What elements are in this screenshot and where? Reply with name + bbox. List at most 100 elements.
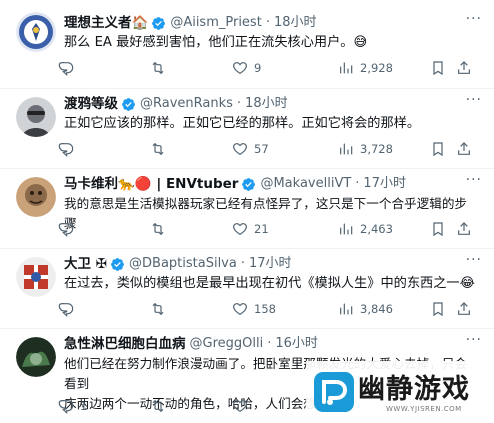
- timestamp[interactable]: 18小时: [274, 13, 317, 33]
- bookmark-icon: [433, 302, 443, 317]
- display-name[interactable]: 理想主义者🏠: [64, 13, 148, 33]
- views-icon: [340, 143, 353, 155]
- tweet-header: 渡鸦等级 @RavenRanks · 18小时: [64, 94, 482, 114]
- bookmark-icon: [433, 61, 443, 76]
- watermark-logo-icon: [314, 372, 354, 412]
- share-icon: [458, 302, 470, 315]
- handle[interactable]: @DBaptistaSilva: [129, 254, 237, 274]
- tweet-text: 正如它应该的那样。正如它已经的那样。正如它将会的那样。: [64, 116, 421, 131]
- tweet-text: 那么 EA 最好感到害怕，他们正在流失核心用户。😅: [64, 35, 368, 50]
- more-icon[interactable]: ···: [466, 173, 482, 187]
- like-count: 9: [254, 61, 262, 75]
- handle[interactable]: @GreggOlli: [190, 334, 264, 354]
- tweet-actions: 21 2,463: [58, 219, 478, 239]
- reply-button[interactable]: [58, 301, 80, 317]
- like-count: 21: [254, 222, 269, 236]
- watermark: 幽静游戏 WWW.YJISREN.COM: [306, 361, 494, 423]
- heart-icon: [233, 400, 247, 413]
- view-count: 2,463: [360, 222, 393, 236]
- share-button[interactable]: [456, 60, 472, 76]
- handle[interactable]: @MakavelliVT: [260, 174, 351, 194]
- heart-icon: [233, 223, 247, 236]
- avatar[interactable]: [16, 337, 56, 377]
- display-name[interactable]: 急性淋巴细胞白血病: [64, 334, 186, 354]
- share-button[interactable]: [456, 301, 472, 317]
- more-icon[interactable]: ···: [466, 253, 482, 267]
- views-button[interactable]: 3,846: [338, 301, 393, 317]
- heart-icon: [233, 143, 247, 156]
- bookmark-button[interactable]: [430, 60, 446, 76]
- display-name[interactable]: 大卫 ✠: [64, 254, 107, 274]
- views-button[interactable]: 2,463: [338, 221, 393, 237]
- separator-dot: ·: [236, 96, 242, 111]
- retweet-button[interactable]: [150, 398, 172, 414]
- reply-button[interactable]: [58, 60, 80, 76]
- share-button[interactable]: [456, 221, 472, 237]
- like-button[interactable]: 21: [232, 221, 269, 237]
- avatar[interactable]: [16, 97, 56, 137]
- reply-icon: [58, 62, 74, 76]
- timestamp[interactable]: 17小时: [363, 174, 406, 194]
- tweet-feed: 理想主义者🏠 @Aiism_Priest · 18小时 ··· 那么 EA 最好…: [0, 0, 494, 423]
- views-icon: [340, 62, 353, 74]
- bookmark-button[interactable]: [430, 301, 446, 317]
- handle[interactable]: @RavenRanks: [140, 94, 233, 114]
- tweet-actions: 57 3,728: [58, 139, 478, 159]
- bookmark-button[interactable]: [430, 221, 446, 237]
- share-icon: [458, 142, 470, 155]
- handle[interactable]: @Aiism_Priest: [170, 13, 262, 33]
- view-count: 3,728: [360, 142, 393, 156]
- bookmark-icon: [433, 222, 443, 237]
- timestamp[interactable]: 16小时: [275, 334, 318, 354]
- retweet-button[interactable]: [150, 141, 172, 157]
- more-icon[interactable]: ···: [466, 12, 482, 26]
- separator-dot: ·: [240, 256, 245, 271]
- verified-badge-icon: [121, 97, 136, 112]
- retweet-button[interactable]: [150, 60, 172, 76]
- tweet[interactable]: 马卡维利🐆🔴 | ENVtuber @MakavelliVT · 17小时 ··…: [0, 169, 494, 249]
- views-button[interactable]: 3,728: [338, 141, 393, 157]
- retweet-icon: [152, 399, 164, 413]
- views-icon: [340, 303, 353, 315]
- reply-button[interactable]: 1: [58, 398, 87, 414]
- tweet[interactable]: 理想主义者🏠 @Aiism_Priest · 18小时 ··· 那么 EA 最好…: [0, 0, 494, 89]
- views-button[interactable]: 2,928: [338, 60, 393, 76]
- more-icon[interactable]: ···: [466, 333, 482, 347]
- like-button[interactable]: 57: [232, 141, 269, 157]
- retweet-icon: [152, 302, 164, 316]
- reply-count: 1: [80, 399, 88, 413]
- like-button[interactable]: 158: [232, 301, 276, 317]
- watermark-text: 幽静游戏: [358, 374, 470, 405]
- reply-icon: [58, 223, 74, 237]
- tweet[interactable]: 渡鸦等级 @RavenRanks · 18小时 ··· 正如它应该的那样。正如它…: [0, 89, 494, 169]
- tweet-actions: 9 2,928: [58, 58, 478, 78]
- like-button[interactable]: [232, 398, 254, 414]
- retweet-icon: [152, 222, 164, 236]
- retweet-button[interactable]: [150, 301, 172, 317]
- avatar[interactable]: [16, 12, 56, 52]
- avatar[interactable]: [16, 177, 56, 217]
- reply-icon: [58, 400, 74, 414]
- reply-button[interactable]: [58, 141, 80, 157]
- display-name[interactable]: 渡鸦等级: [64, 94, 118, 114]
- bookmark-button[interactable]: [430, 141, 446, 157]
- like-count: 158: [254, 302, 276, 316]
- timestamp[interactable]: 17小时: [249, 254, 292, 274]
- display-name[interactable]: 马卡维利🐆🔴 | ENVtuber: [64, 174, 238, 194]
- verified-badge-icon: [241, 177, 256, 192]
- share-button[interactable]: [456, 141, 472, 157]
- share-icon: [458, 222, 470, 235]
- timestamp[interactable]: 18小时: [245, 94, 288, 114]
- more-icon[interactable]: ···: [466, 93, 482, 107]
- tweet-header: 大卫 ✠ @DBaptistaSilva · 17小时: [64, 254, 482, 274]
- retweet-button[interactable]: [150, 221, 172, 237]
- views-icon: [340, 223, 353, 235]
- verified-badge-icon: [151, 16, 166, 31]
- tweet-header: 理想主义者🏠 @Aiism_Priest · 18小时: [64, 13, 482, 33]
- like-button[interactable]: 9: [232, 60, 261, 76]
- reply-button[interactable]: [58, 221, 80, 237]
- retweet-icon: [152, 142, 164, 156]
- tweet-actions: 158 3,846: [58, 299, 478, 319]
- avatar[interactable]: [16, 257, 56, 297]
- tweet[interactable]: 大卫 ✠ @DBaptistaSilva · 17小时 ··· 在过去，类似的模…: [0, 249, 494, 329]
